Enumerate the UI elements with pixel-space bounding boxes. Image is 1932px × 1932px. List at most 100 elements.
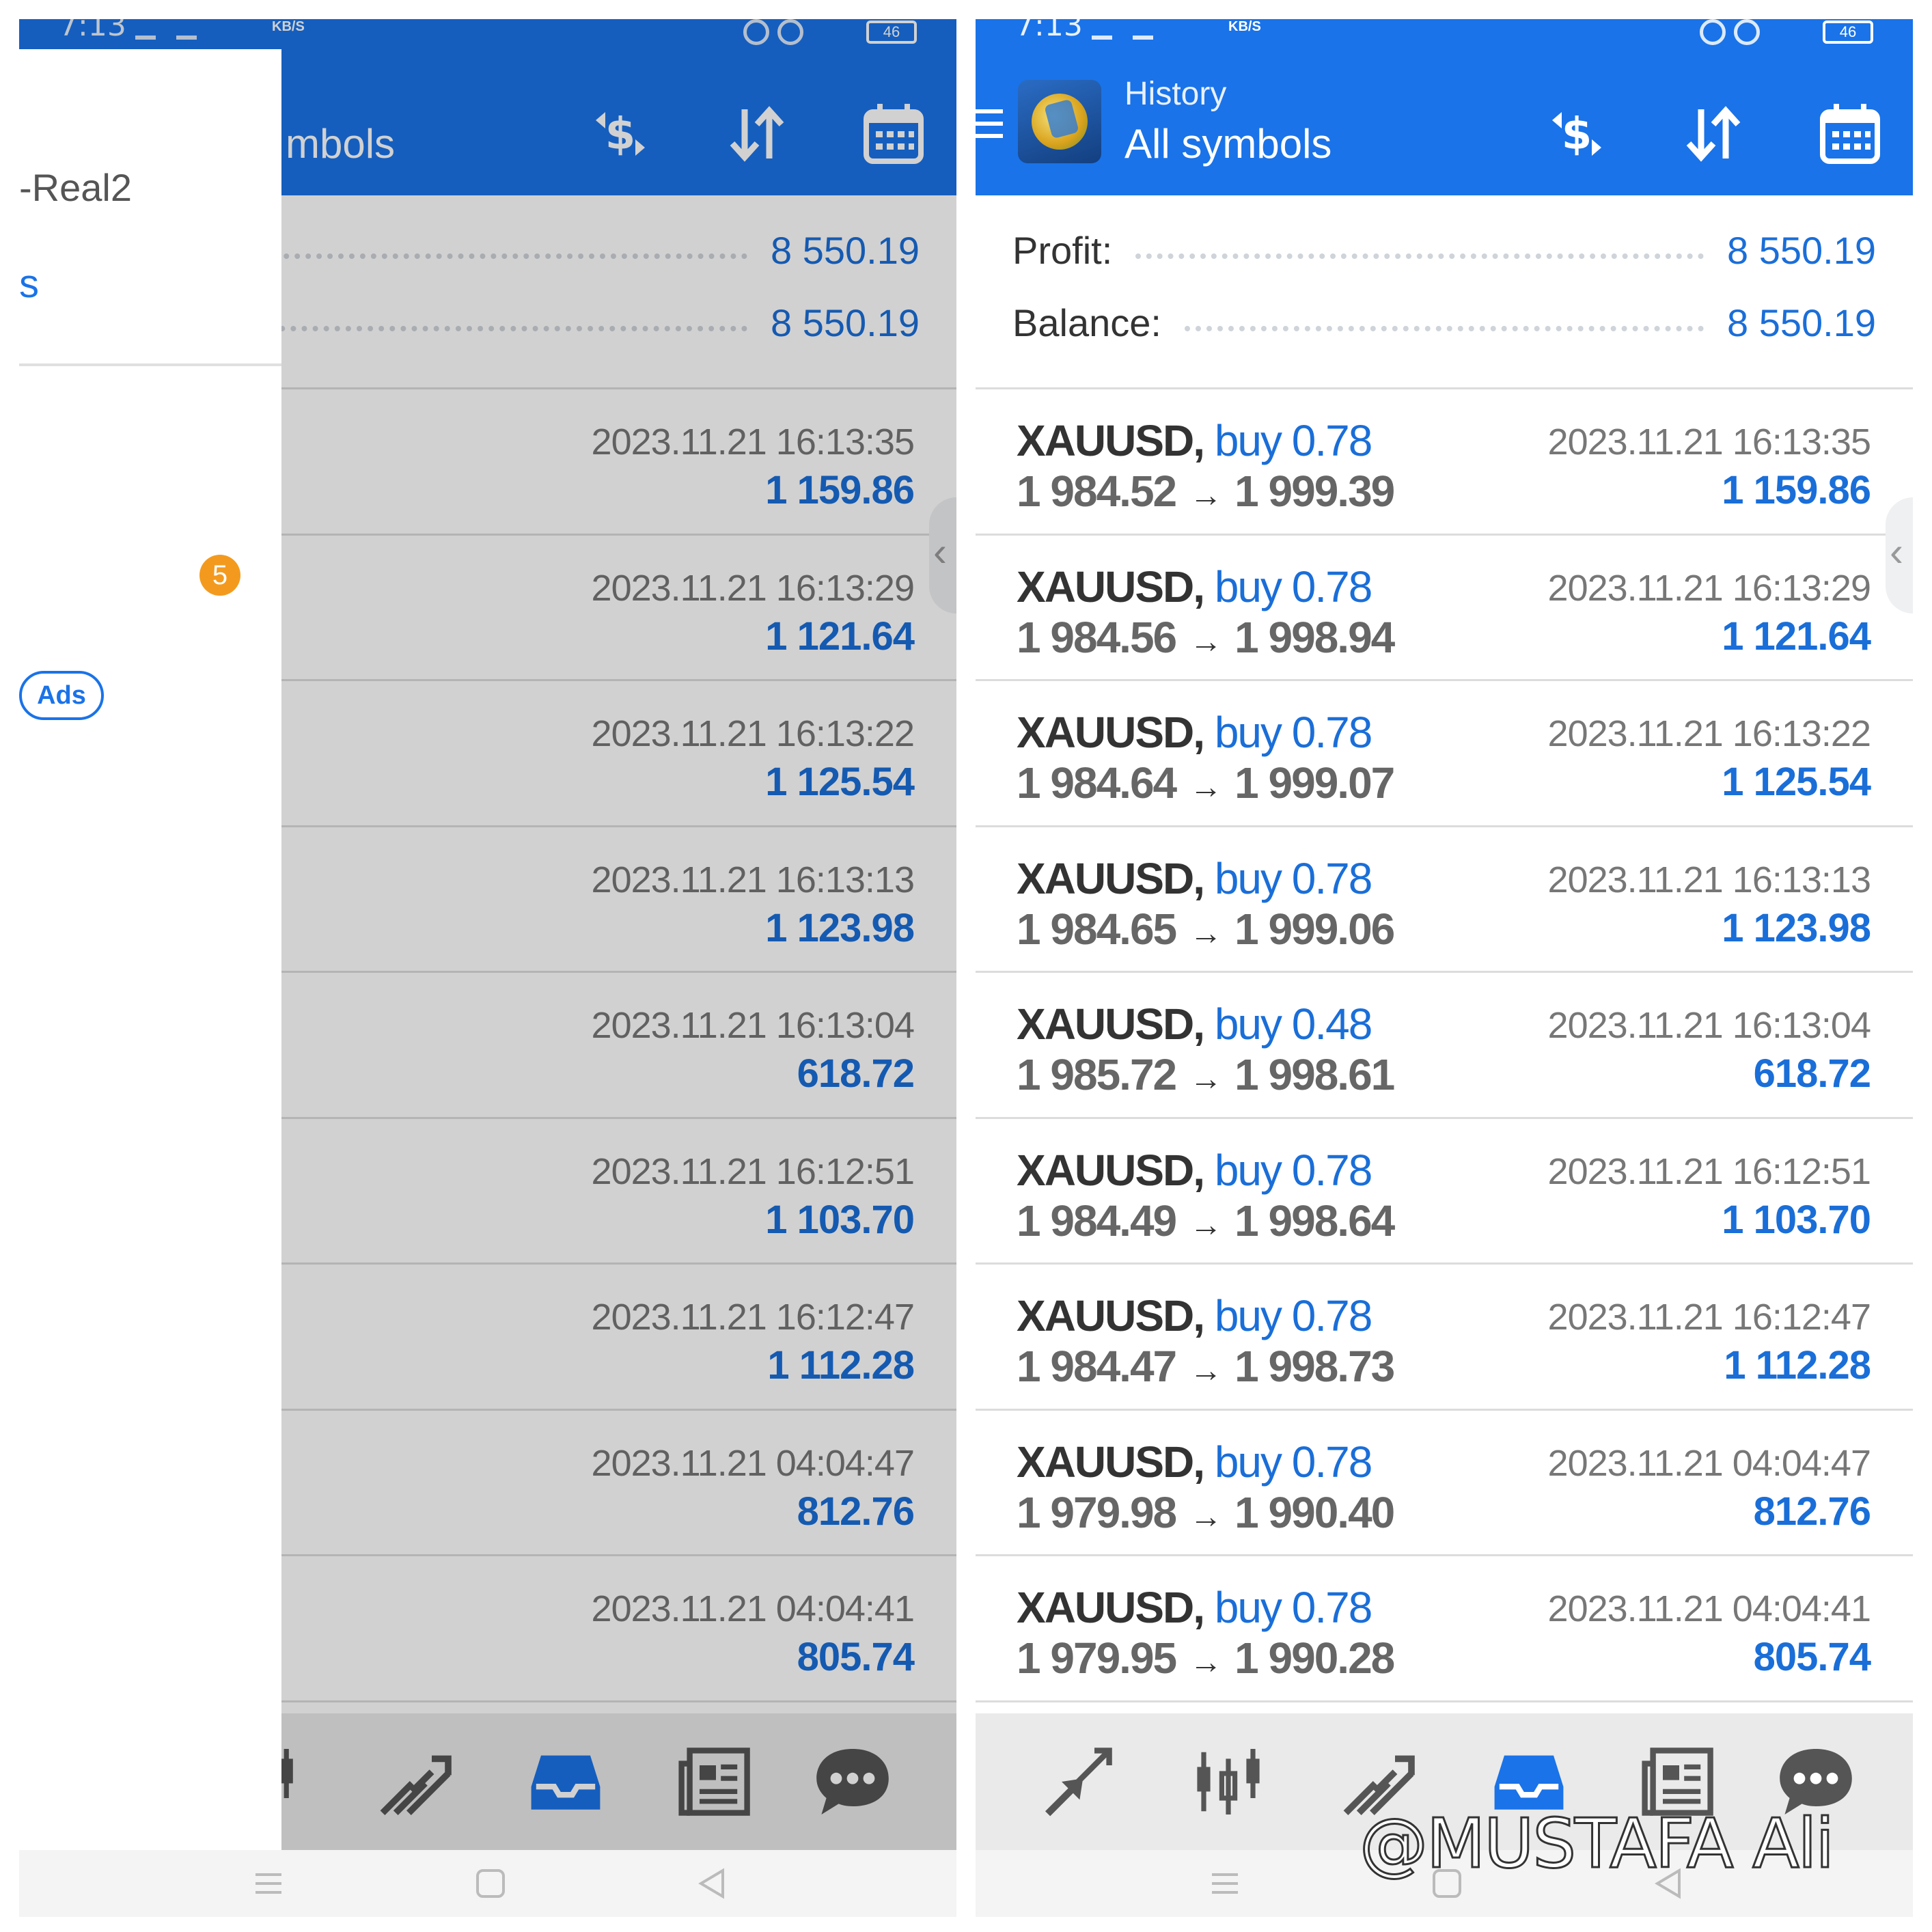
dotted-leader [1135, 253, 1705, 259]
trade-row[interactable]: XAUUSD, buy 0.781 984.52→1 999.392023.11… [976, 389, 1913, 536]
left-screenshot: 7:13 KB/S 46 mbols $ Profit: 8 5 [19, 19, 956, 1917]
vpn-icon [1700, 19, 1726, 45]
dotted-leader [1184, 326, 1705, 331]
drawer-menu-item[interactable]: s [19, 261, 39, 307]
trade-time: 2023.11.21 16:12:47 [1547, 1297, 1871, 1338]
trade-row[interactable]: XAUUSD, buy 0.781 984.64→1 999.072023.11… [976, 681, 1913, 827]
arrow-right-icon: → [1189, 1498, 1222, 1535]
system-navigation-bar [19, 1850, 956, 1917]
trade-header: XAUUSD, buy 0.48 [1017, 999, 1372, 1049]
balance-row: Balance: 8 550.19 [1012, 295, 1876, 350]
trade-symbol: XAUUSD, [1017, 1437, 1205, 1487]
recent-apps-icon[interactable] [251, 1866, 286, 1901]
trade-header: XAUUSD, buy 0.78 [1017, 1291, 1373, 1341]
trade-side: buy [1214, 1145, 1282, 1195]
trade-side: buy [1214, 1437, 1282, 1487]
chevron-left-icon: ‹ [1890, 529, 1903, 575]
trade-prices: 1 984.47 → 1 998.73 [1017, 1341, 1395, 1392]
arrow-right-icon: → [1189, 1206, 1222, 1243]
menu-icon[interactable] [976, 109, 1003, 139]
open-price: 1 984.65 [1017, 904, 1177, 954]
navigation-drawer: -Real2 s 5 Ads [19, 49, 281, 1866]
open-price: 1 985.72 [1017, 1050, 1177, 1099]
trade-profit: 1 121.64 [1722, 613, 1871, 659]
trade-row[interactable]: XAUUSD, buy 0.781 984.47→1 998.732023.11… [976, 1265, 1913, 1411]
trade-symbol: XAUUSD, [1017, 853, 1205, 903]
notification-badge: 5 [199, 555, 240, 596]
trade-prices: 1 984.64 → 1 999.07 [1017, 758, 1395, 808]
trade-row[interactable]: XAUUSD, buy 0.781 984.65→1 999.062023.11… [976, 827, 1913, 973]
arrow-right-icon: → [1189, 1061, 1222, 1097]
close-price: 1 990.40 [1234, 1487, 1395, 1537]
account-summary: Profit: 8 550.19 Balance: 8 550.19 [976, 195, 1913, 389]
trade-side: buy [1214, 853, 1282, 903]
trade-list: XAUUSD, buy 0.781 984.52→1 999.392023.11… [976, 389, 1913, 1702]
trade-time: 2023.11.21 16:12:51 [1547, 1150, 1871, 1192]
trade-side: buy [1214, 1291, 1282, 1340]
trade-time: 2023.11.21 16:13:22 [1547, 713, 1871, 754]
trade-symbol: XAUUSD, [1017, 1583, 1205, 1632]
open-price: 1 984.49 [1017, 1196, 1177, 1245]
arrow-right-icon: → [1189, 1353, 1222, 1389]
open-price: 1 979.95 [1017, 1633, 1177, 1683]
open-price: 1 979.98 [1017, 1487, 1177, 1537]
trade-row[interactable]: XAUUSD, buy 0.781 979.95→1 990.282023.11… [976, 1556, 1913, 1702]
trade-lots: 0.78 [1291, 708, 1373, 757]
sync-icon [1734, 19, 1760, 45]
trade-symbol: XAUUSD, [1017, 1145, 1205, 1195]
drawer-account-name[interactable]: -Real2 [19, 165, 132, 210]
open-price: 1 984.56 [1017, 612, 1177, 662]
drawer-divider [19, 363, 281, 366]
close-price: 1 999.07 [1234, 758, 1395, 808]
arrow-right-icon: → [1189, 915, 1222, 952]
trade-lots: 0.78 [1291, 1437, 1373, 1487]
trade-lots: 0.78 [1291, 1291, 1373, 1340]
trade-symbol: XAUUSD, [1017, 562, 1205, 611]
open-price: 1 984.47 [1017, 1342, 1177, 1391]
recent-apps-icon[interactable] [1208, 1866, 1242, 1901]
trade-prices: 1 979.98 → 1 990.40 [1017, 1487, 1395, 1538]
trade-profit: 1 125.54 [1722, 760, 1871, 804]
toolbar: History All symbols $ [976, 49, 1913, 195]
trade-row[interactable]: XAUUSD, buy 0.781 979.98→1 990.402023.11… [976, 1411, 1913, 1556]
trade-lots: 0.78 [1291, 1583, 1373, 1632]
trade-header: XAUUSD, buy 0.78 [1017, 415, 1372, 466]
home-icon[interactable] [473, 1866, 508, 1901]
sort-icon[interactable] [1679, 100, 1748, 168]
trade-side: buy [1214, 416, 1282, 465]
trade-time: 2023.11.21 16:13:29 [1547, 567, 1871, 609]
trade-row[interactable]: XAUUSD, buy 0.781 984.56→1 998.942023.11… [976, 536, 1913, 681]
trade-row[interactable]: XAUUSD, buy 0.781 984.49→1 998.642023.11… [976, 1119, 1913, 1265]
trade-side: buy [1214, 1583, 1282, 1632]
trade-lots: 0.78 [1291, 853, 1373, 903]
trade-time: 2023.11.21 04:04:41 [1547, 1588, 1871, 1629]
trade-profit: 1 159.86 [1722, 468, 1871, 512]
ads-badge[interactable]: Ads [19, 671, 104, 720]
status-bar: 7:13 KB/S 46 [976, 19, 1913, 49]
trade-row[interactable]: XAUUSD, buy 0.481 985.72→1 998.612023.11… [976, 973, 1913, 1119]
arrow-right-icon: → [1189, 478, 1222, 514]
svg-text:$: $ [1562, 109, 1592, 160]
calendar-icon[interactable] [1816, 100, 1884, 168]
close-price: 1 999.39 [1234, 467, 1395, 516]
trade-header: XAUUSD, buy 0.78 [1017, 853, 1373, 904]
trade-side: buy [1214, 708, 1282, 757]
open-price: 1 984.64 [1017, 758, 1177, 808]
profit-label: Profit: [1012, 228, 1113, 272]
right-screenshot: 7:13 KB/S 46 History All symbols $ Profi… [976, 19, 1913, 1917]
chart-icon[interactable] [1187, 1741, 1269, 1823]
status-time: 7:13 [1015, 19, 1083, 43]
currency-exchange-icon[interactable]: $ [1543, 100, 1611, 168]
quotes-icon[interactable] [1037, 1741, 1119, 1823]
trade-symbol: XAUUSD, [1017, 1291, 1205, 1340]
trade-time: 2023.11.21 16:13:13 [1547, 859, 1871, 900]
arrow-right-icon: → [1189, 1644, 1222, 1681]
side-panel-tab[interactable]: ‹ [1886, 497, 1913, 613]
trade-profit: 618.72 [1753, 1051, 1871, 1096]
trade-prices: 1 984.56 → 1 998.94 [1017, 612, 1395, 663]
back-icon[interactable] [695, 1866, 730, 1901]
trade-prices: 1 984.65 → 1 999.06 [1017, 904, 1395, 954]
trade-header: XAUUSD, buy 0.78 [1017, 562, 1372, 612]
symbol-filter[interactable]: All symbols [1124, 120, 1331, 167]
arrow-right-icon: → [1189, 623, 1222, 660]
